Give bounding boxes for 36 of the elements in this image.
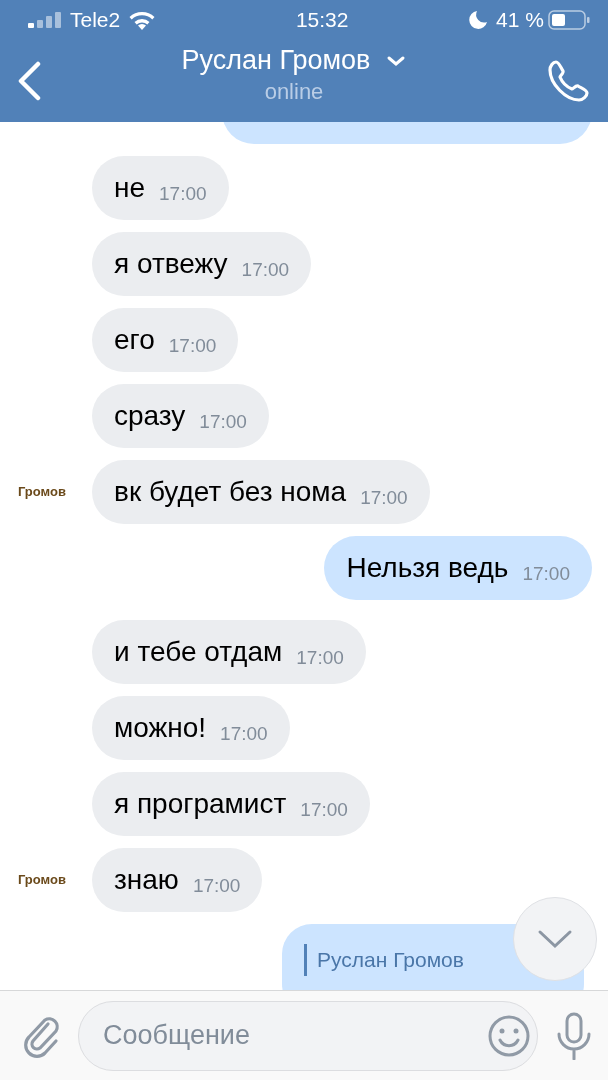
message-text: Нельзя ведь: [346, 551, 509, 585]
message-text: можно!: [114, 711, 207, 745]
message-time: 17:00: [192, 873, 241, 898]
battery-icon: [548, 10, 590, 30]
chat-title[interactable]: Руслан Громов: [181, 45, 371, 76]
message-text: я програмист: [114, 787, 287, 821]
message-text: и тебе отдам: [114, 635, 283, 669]
message-time: 17:00: [360, 485, 408, 510]
message-text: знаю: [114, 863, 179, 897]
chevron-down-icon[interactable]: [537, 929, 573, 949]
sender-label: Громов: [18, 483, 66, 502]
sender-label: Громов: [18, 871, 66, 890]
message-time: 17:00: [168, 333, 217, 358]
message-field[interactable]: Сообщение: [78, 1000, 538, 1071]
online-status: online: [264, 78, 324, 107]
message-time: 17:00: [241, 257, 290, 282]
back-button[interactable]: [16, 61, 42, 101]
message-time: 17:00: [220, 721, 268, 746]
message-text: я отвежу: [114, 247, 228, 281]
wifi-icon: [128, 10, 157, 30]
message-time: 17:00: [522, 561, 570, 586]
battery-percent: 41 %: [496, 7, 544, 34]
message-time: 17:00: [159, 181, 207, 206]
message-text: его: [114, 323, 155, 357]
moon-icon: [468, 10, 489, 30]
message-time: 17:00: [296, 645, 344, 670]
message-text: вк будет без нома: [114, 475, 347, 509]
message-time: 17:00: [199, 409, 247, 434]
message-text: сразу: [114, 399, 186, 433]
emoji-icon[interactable]: [487, 1013, 531, 1058]
message-time: 17:00: [300, 797, 348, 822]
carrier-name: Tele2: [70, 7, 121, 34]
message-text: не: [114, 171, 146, 205]
chevron-down-icon[interactable]: [386, 54, 407, 67]
clock-time: 15:32: [294, 7, 349, 34]
reply-quote: Руслан Громов: [304, 944, 464, 976]
